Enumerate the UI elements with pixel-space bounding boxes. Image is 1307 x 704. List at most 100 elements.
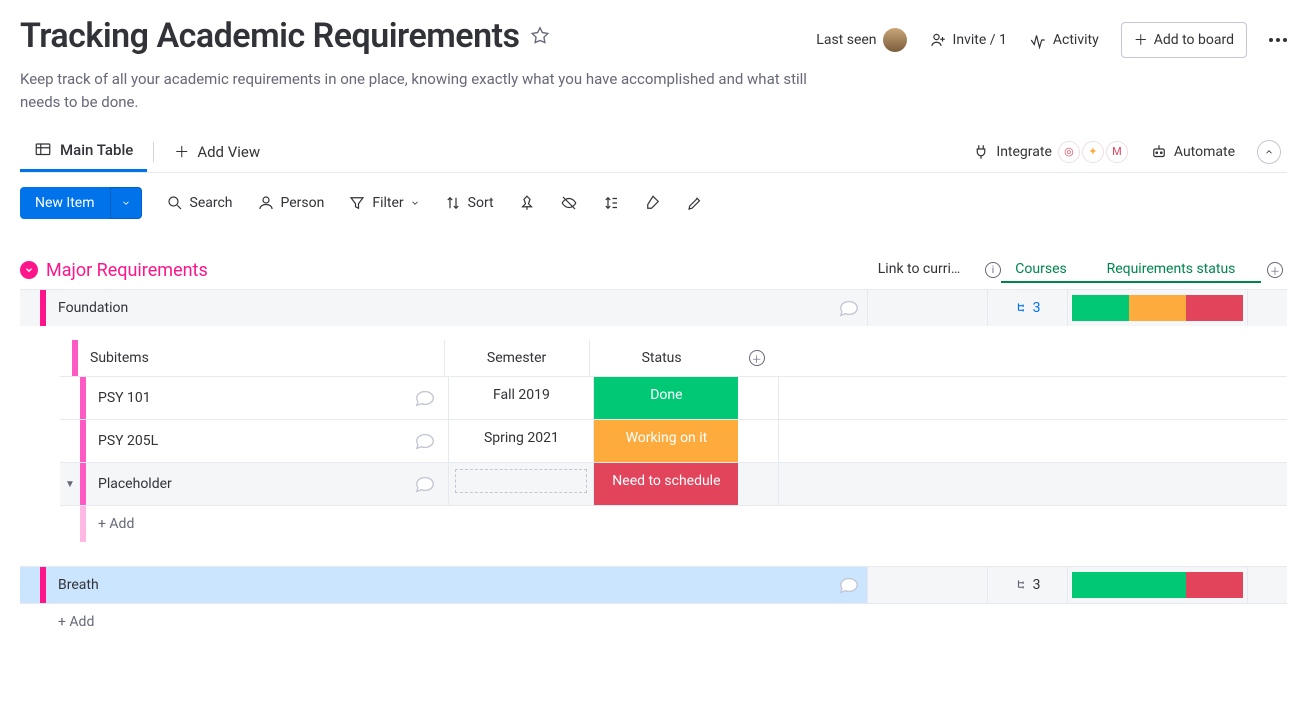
height-button[interactable] (602, 194, 620, 212)
item-name[interactable]: Breath (46, 567, 831, 603)
chat-icon[interactable] (414, 430, 436, 452)
subitem-semester[interactable]: Fall 2019 (448, 377, 593, 419)
chat-icon[interactable] (414, 473, 436, 495)
courses-count: 3 (1033, 577, 1041, 593)
pencil-icon (686, 194, 704, 212)
item-name[interactable]: Foundation (46, 290, 831, 326)
subitem-name[interactable]: PSY 205L (98, 433, 414, 449)
new-item-dropdown[interactable] (110, 187, 142, 219)
sort-label: Sort (468, 195, 494, 211)
subitem-status[interactable]: Done (593, 377, 738, 419)
add-view-button[interactable]: ＋ Add View (160, 131, 274, 172)
column-link[interactable]: Link to curri… (859, 257, 979, 283)
subitem-status[interactable]: Working on it (593, 420, 738, 462)
add-sub-column-button[interactable]: ＋ (749, 350, 765, 366)
chat-icon[interactable] (414, 387, 436, 409)
sort-button[interactable]: Sort (444, 194, 494, 212)
search-button[interactable]: Search (166, 194, 233, 212)
subitem-row[interactable]: PSY 101 Fall 2019 Done (60, 376, 1287, 419)
cell-status-summary[interactable] (1067, 567, 1247, 603)
subitems-icon (1015, 578, 1029, 592)
group-collapse-toggle[interactable] (20, 261, 38, 279)
person-filter-button[interactable]: Person (257, 194, 325, 212)
pin-button[interactable] (518, 194, 536, 212)
search-label: Search (190, 195, 233, 211)
collapse-header-button[interactable] (1257, 140, 1281, 164)
invite-button[interactable]: Invite / 1 (929, 31, 1007, 49)
activity-button[interactable]: Activity (1029, 31, 1099, 49)
chat-button[interactable] (831, 567, 867, 603)
subitem-status[interactable]: Need to schedule (593, 463, 738, 505)
tab-separator (153, 142, 154, 162)
new-item-main[interactable]: New Item (20, 187, 110, 219)
activity-label: Activity (1053, 32, 1099, 48)
subitem-name[interactable]: Placeholder (98, 476, 414, 492)
add-subitem-row[interactable]: + Add (60, 505, 1287, 542)
subitem-name[interactable]: PSY 101 (98, 390, 414, 406)
cell-status-summary[interactable] (1067, 290, 1247, 326)
info-icon[interactable]: i (985, 262, 1001, 278)
height-icon (602, 194, 620, 212)
integration-icon-3[interactable]: M (1106, 141, 1128, 163)
add-column-button[interactable]: ＋ (1267, 262, 1283, 278)
hide-button[interactable] (560, 194, 578, 212)
pin-icon (518, 194, 536, 212)
table-row[interactable]: Foundation 3 (20, 289, 1287, 326)
table-row[interactable]: Breath 3 (20, 566, 1287, 603)
color-button[interactable] (644, 194, 662, 212)
sort-icon (444, 194, 462, 212)
plus-icon: ＋ (1134, 30, 1148, 50)
chat-icon (838, 574, 860, 596)
filter-button[interactable]: Filter (348, 194, 419, 212)
column-status[interactable]: Requirements status (1081, 257, 1261, 283)
tab-main-table[interactable]: Main Table (20, 131, 147, 172)
chat-button[interactable] (831, 290, 867, 326)
edit-button[interactable] (686, 194, 704, 212)
cell-link[interactable] (867, 290, 987, 326)
add-item-label[interactable]: + Add (46, 604, 1287, 640)
filter-label: Filter (372, 195, 403, 211)
column-courses[interactable]: Courses (1001, 257, 1081, 283)
robot-icon (1150, 143, 1168, 161)
subitem-row[interactable]: PSY 205L Spring 2021 Working on it (60, 419, 1287, 462)
expand-subitem[interactable]: ▼ (60, 463, 80, 505)
page-description[interactable]: Keep track of all your academic requirem… (20, 68, 850, 113)
chevron-down-icon (410, 198, 420, 208)
integration-icon-2[interactable]: ✦ (1082, 141, 1104, 163)
sub-column-status[interactable]: Status (589, 340, 734, 376)
integrate-button[interactable]: Integrate ◎ ✦ M (972, 141, 1128, 163)
activity-icon (1029, 31, 1047, 49)
status-segment-done (1072, 295, 1129, 321)
chevron-down-icon (121, 198, 131, 208)
person-label: Person (281, 195, 325, 211)
cell-courses[interactable]: 3 (987, 290, 1067, 326)
eye-off-icon (560, 194, 578, 212)
star-icon[interactable] (529, 25, 551, 47)
paint-icon (644, 194, 662, 212)
add-to-board-button[interactable]: ＋ Add to board (1121, 22, 1247, 58)
new-item-button[interactable]: New Item (20, 187, 142, 219)
tab-main-label: Main Table (60, 141, 133, 159)
automate-button[interactable]: Automate (1150, 143, 1235, 161)
add-to-board-label: Add to board (1154, 32, 1234, 48)
add-item-row[interactable]: + Add (20, 603, 1287, 640)
plus-icon: ＋ (174, 141, 189, 162)
invite-label: Invite / 1 (953, 32, 1007, 48)
sub-column-name[interactable]: Subitems (78, 340, 444, 376)
subitem-semester[interactable] (448, 463, 593, 505)
add-subitem-label[interactable]: + Add (86, 506, 449, 542)
more-menu[interactable] (1269, 38, 1287, 42)
cell-courses[interactable]: 3 (987, 567, 1067, 603)
integration-icon-1[interactable]: ◎ (1058, 141, 1080, 163)
last-seen[interactable]: Last seen (816, 28, 906, 52)
page-title[interactable]: Tracking Academic Requirements (20, 16, 519, 56)
status-segment-need (1186, 572, 1243, 598)
chevron-down-icon (24, 265, 34, 275)
subitem-row[interactable]: ▼ Placeholder Need to schedule (60, 462, 1287, 505)
group-title[interactable]: Major Requirements (46, 260, 208, 281)
subitem-semester[interactable]: Spring 2021 (448, 420, 593, 462)
table-icon (34, 141, 52, 159)
sub-column-semester[interactable]: Semester (444, 340, 589, 376)
add-view-label: Add View (197, 143, 260, 161)
cell-link[interactable] (867, 567, 987, 603)
